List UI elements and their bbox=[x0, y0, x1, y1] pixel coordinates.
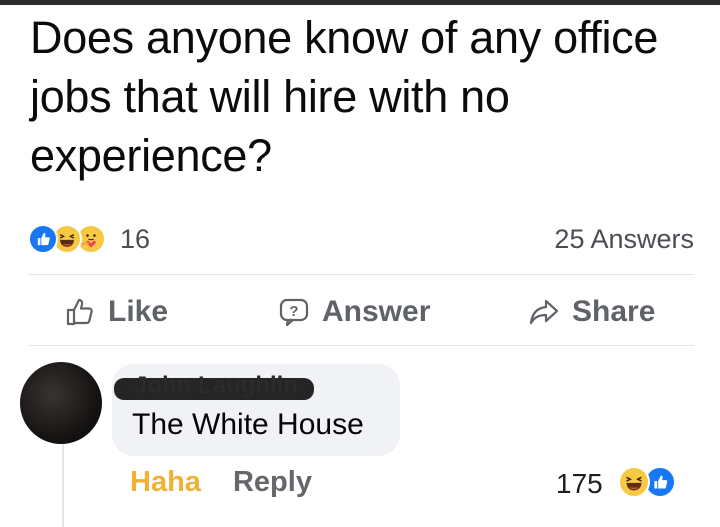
divider bbox=[28, 274, 694, 275]
haha-icon bbox=[618, 466, 650, 498]
share-label: Share bbox=[572, 295, 656, 328]
svg-text:?: ? bbox=[289, 303, 298, 320]
comment-bubble: John Laughlin The White House bbox=[112, 364, 400, 456]
thread-line bbox=[62, 444, 64, 527]
reaction-icons[interactable] bbox=[28, 222, 120, 256]
comment-reactions-summary[interactable]: 175 bbox=[556, 464, 696, 500]
thumbs-up-icon bbox=[66, 298, 93, 326]
like-button[interactable]: Like bbox=[64, 290, 168, 334]
answer-button[interactable]: ? Answer bbox=[278, 290, 430, 334]
reply-button[interactable]: Reply bbox=[233, 466, 312, 498]
comment-author[interactable]: John Laughlin bbox=[134, 372, 298, 400]
like-label: Like bbox=[108, 295, 169, 328]
comment-actions: Haha Reply bbox=[130, 466, 312, 499]
comment-text: The White House bbox=[132, 408, 364, 441]
question-bubble-icon: ? bbox=[279, 298, 309, 327]
reaction-count[interactable]: 16 bbox=[120, 224, 150, 255]
top-edge-bar bbox=[0, 0, 720, 5]
answers-count-link[interactable]: 25 Answers bbox=[554, 224, 694, 255]
like-icon bbox=[28, 224, 58, 254]
post-action-bar: Like ? Answer Share bbox=[28, 284, 694, 340]
answer-label: Answer bbox=[322, 295, 431, 328]
comment-reaction-count: 175 bbox=[556, 468, 603, 499]
post-question: Does anyone know of any office jobs that… bbox=[30, 12, 659, 181]
haha-reaction-button[interactable]: Haha bbox=[130, 466, 201, 498]
divider bbox=[28, 345, 694, 346]
share-button[interactable]: Share bbox=[528, 290, 655, 334]
avatar[interactable] bbox=[20, 362, 102, 444]
share-arrow-icon bbox=[529, 299, 559, 325]
post-reactions-summary[interactable]: 16 25 Answers bbox=[28, 222, 694, 256]
